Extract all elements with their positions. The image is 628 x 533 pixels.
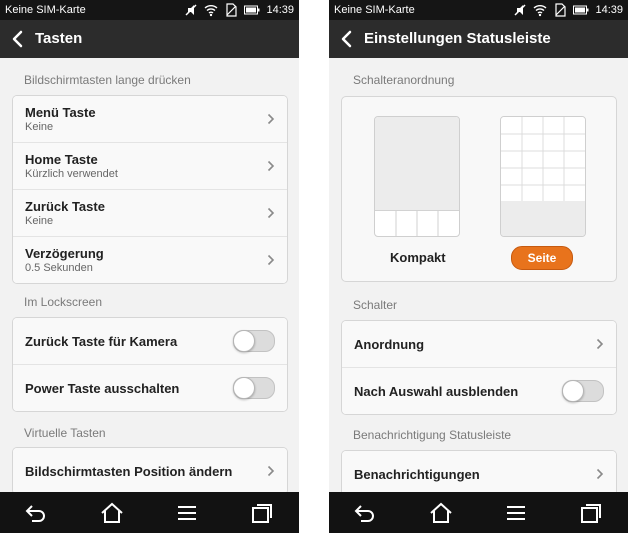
carrier-label: Keine SIM-Karte — [5, 4, 86, 16]
compact-grid-graphic — [375, 210, 459, 236]
power-off-row: Power Taste ausschalten — [13, 365, 287, 411]
clock: 14:39 — [266, 4, 294, 16]
back-nav-icon[interactable] — [24, 502, 48, 524]
navigation-bar — [329, 492, 628, 533]
switch-layout-card: Kompakt Seite — [341, 96, 617, 282]
menu-key-value: Keine — [25, 121, 54, 133]
switches-card: Anordnung Nach Auswahl ausblenden — [341, 320, 617, 415]
page-title: Einstellungen Statusleiste — [364, 30, 551, 47]
section-label-lockscreen: Im Lockscreen — [24, 295, 103, 309]
power-off-toggle[interactable] — [233, 377, 275, 399]
clock: 14:39 — [595, 4, 623, 16]
page-title: Tasten — [35, 30, 83, 47]
tasten-screen: Keine SIM-Karte 14:39 Tasten Bildschirmt… — [0, 0, 299, 533]
page-grid-graphic — [501, 117, 585, 236]
virtual-keys-card: Bildschirmtasten Position ändern — [12, 447, 288, 492]
chevron-right-icon — [267, 160, 275, 172]
navigation-bar — [0, 492, 299, 533]
battery-icon — [244, 5, 260, 15]
back-camera-toggle[interactable] — [233, 330, 275, 352]
status-bar: Keine SIM-Karte 14:39 — [329, 0, 628, 20]
section-label-long-press: Bildschirmtasten lange drücken — [24, 73, 191, 87]
recents-nav-icon[interactable] — [250, 502, 274, 524]
chevron-right-icon — [267, 465, 275, 477]
section-label-switches: Schalter — [353, 298, 398, 312]
back-arrow-icon[interactable] — [337, 29, 357, 49]
page-option-selected-button[interactable]: Seite — [511, 246, 573, 270]
notifications-card: Benachrichtigungen — [341, 450, 617, 492]
back-key-row[interactable]: Zurück Taste Keine — [13, 190, 287, 237]
status-bar: Keine SIM-Karte 14:39 — [0, 0, 299, 20]
change-position-row[interactable]: Bildschirmtasten Position ändern — [13, 448, 287, 492]
chevron-right-icon — [267, 113, 275, 125]
lockscreen-card: Zurück Taste für Kamera Power Taste auss… — [12, 317, 288, 412]
menu-nav-icon[interactable] — [175, 502, 199, 524]
home-nav-icon[interactable] — [100, 502, 124, 524]
page-layout-preview[interactable] — [500, 116, 586, 237]
notifications-label: Benachrichtigungen — [354, 467, 480, 482]
toggle-knob — [233, 377, 255, 399]
hide-after-selection-toggle[interactable] — [562, 380, 604, 402]
toggle-knob — [562, 380, 584, 402]
menu-key-row[interactable]: Menü Taste Keine — [13, 96, 287, 143]
section-label-switch-layout: Schalteranordnung — [353, 73, 455, 87]
screen-divider — [299, 0, 329, 533]
recents-nav-icon[interactable] — [579, 502, 603, 524]
battery-icon — [573, 5, 589, 15]
long-press-card: Menü Taste Keine Home Taste Kürzlich ver… — [12, 95, 288, 284]
title-bar: Tasten — [0, 20, 299, 58]
chevron-right-icon — [267, 254, 275, 266]
back-nav-icon[interactable] — [353, 502, 377, 524]
delay-value: 0.5 Sekunden — [25, 262, 93, 274]
back-key-label: Zurück Taste — [25, 199, 105, 214]
back-camera-label: Zurück Taste für Kamera — [25, 334, 178, 349]
delay-label: Verzögerung — [25, 246, 104, 261]
statusbar-settings-screen: Keine SIM-Karte 14:39 Einstellungen Stat… — [329, 0, 628, 533]
title-bar: Einstellungen Statusleiste — [329, 20, 628, 58]
back-arrow-icon[interactable] — [8, 29, 28, 49]
silent-mode-icon — [185, 4, 197, 16]
back-camera-row: Zurück Taste für Kamera — [13, 318, 287, 365]
chevron-right-icon — [596, 468, 604, 480]
change-position-label: Bildschirmtasten Position ändern — [25, 464, 233, 479]
notifications-row[interactable]: Benachrichtigungen — [342, 451, 616, 492]
silent-mode-icon — [514, 4, 526, 16]
wifi-icon — [205, 5, 218, 17]
compact-layout-preview[interactable] — [374, 116, 460, 237]
compact-option-label[interactable]: Kompakt — [390, 250, 446, 265]
menu-key-label: Menü Taste — [25, 105, 96, 120]
delay-row[interactable]: Verzögerung 0.5 Sekunden — [13, 237, 287, 283]
power-off-label: Power Taste ausschalten — [25, 381, 180, 396]
hide-after-selection-row: Nach Auswahl ausblenden — [342, 368, 616, 414]
hide-after-selection-label: Nach Auswahl ausblenden — [354, 384, 519, 399]
home-key-label: Home Taste — [25, 152, 98, 167]
home-key-row[interactable]: Home Taste Kürzlich verwendet — [13, 143, 287, 190]
back-key-value: Keine — [25, 215, 54, 227]
carrier-label: Keine SIM-Karte — [334, 4, 415, 16]
home-key-value: Kürzlich verwendet — [25, 168, 118, 180]
section-label-virtual: Virtuelle Tasten — [24, 426, 106, 440]
chevron-right-icon — [267, 207, 275, 219]
no-sim-icon — [555, 3, 567, 17]
order-row[interactable]: Anordnung — [342, 321, 616, 368]
order-label: Anordnung — [354, 337, 425, 352]
chevron-right-icon — [596, 338, 604, 350]
section-label-notifications: Benachrichtigung Statusleiste — [353, 428, 512, 442]
home-nav-icon[interactable] — [429, 502, 453, 524]
toggle-knob — [233, 330, 255, 352]
wifi-icon — [534, 5, 547, 17]
menu-nav-icon[interactable] — [504, 502, 528, 524]
no-sim-icon — [226, 3, 238, 17]
